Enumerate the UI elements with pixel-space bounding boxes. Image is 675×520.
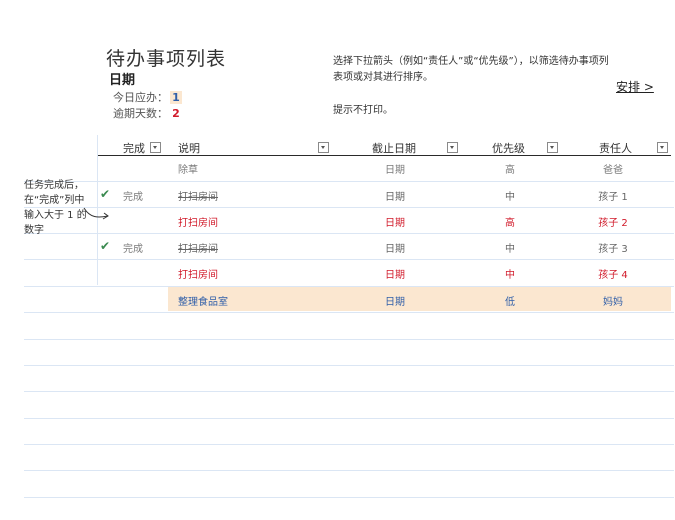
instructions-text: 选择下拉箭头（例如“责任人”或“优先级”），以筛选待办事项列表项或对其进行排序。 [333, 56, 609, 83]
priority-cell-text: 低 [505, 297, 515, 308]
row-divider [24, 259, 674, 260]
overdue-label: 逾期天数： [113, 107, 168, 120]
row-divider [24, 418, 674, 419]
due-date-cell-text: 日期 [385, 244, 405, 255]
owner-cell-text: 孩子 4 [598, 270, 628, 281]
due-date-cell-text: 日期 [385, 270, 405, 281]
done-cell[interactable]: 完成 [123, 240, 143, 255]
header-divider [98, 155, 671, 156]
column-header-done: 完成 [123, 142, 145, 155]
row-divider [24, 312, 674, 313]
due-today-label: 今日应办： [113, 91, 168, 104]
priority-cell-text: 中 [505, 270, 515, 281]
due-today-stat: 今日应办： 1 [113, 89, 182, 105]
no-print-note: 提示不打印。 [333, 105, 393, 116]
column-header-priority: 优先级 [492, 142, 525, 155]
due-today-value: 1 [170, 91, 182, 104]
description-cell[interactable]: 整理食品室 [178, 293, 228, 308]
row-divider [24, 391, 674, 392]
owner-cell-text: 孩子 2 [598, 218, 628, 229]
overdue-value: 2 [172, 107, 180, 120]
row-divider [24, 181, 674, 182]
date-label[interactable]: 日期 [109, 69, 135, 88]
curved-arrow-icon [83, 207, 109, 220]
column-header-owner: 责任人 [599, 142, 632, 155]
done-cell[interactable]: 完成 [123, 188, 143, 203]
highlighted-row-background [168, 287, 671, 311]
dropdown-arrow-icon[interactable] [447, 142, 458, 153]
description-cell[interactable]: 除草 [178, 161, 198, 176]
dropdown-arrow-icon[interactable] [657, 142, 668, 153]
priority-cell-text: 高 [505, 165, 515, 176]
description-cell[interactable]: 打扫房间 [178, 266, 218, 281]
owner-cell-text: 妈妈 [603, 297, 623, 308]
description-cell[interactable]: 打扫房间 [178, 214, 218, 229]
due-date-cell-text: 日期 [385, 297, 405, 308]
checkmark-icon: ✔ [100, 187, 111, 201]
row-divider [24, 497, 674, 498]
checkmark-icon: ✔ [100, 239, 111, 253]
due-date-cell-text: 日期 [385, 192, 405, 203]
owner-cell-text: 孩子 3 [598, 244, 628, 255]
priority-cell-text: 高 [505, 218, 515, 229]
row-divider [24, 444, 674, 445]
description-cell[interactable]: 打扫房间 [178, 240, 218, 255]
due-date-cell-text: 日期 [385, 218, 405, 229]
due-date-cell-text: 日期 [385, 165, 405, 176]
overdue-stat: 逾期天数： 2 [113, 105, 182, 121]
row-divider [24, 339, 674, 340]
priority-cell-text: 中 [505, 192, 515, 203]
row-divider [24, 233, 674, 234]
row-divider [24, 470, 674, 471]
description-cell[interactable]: 打扫房间 [178, 188, 218, 203]
dropdown-arrow-icon[interactable] [150, 142, 161, 153]
page-title: 待办事项列表 [106, 48, 227, 70]
row-divider [24, 365, 674, 366]
priority-cell-text: 中 [505, 244, 515, 255]
dropdown-arrow-icon[interactable] [547, 142, 558, 153]
owner-cell-text: 爸爸 [603, 165, 623, 176]
column-header-due-date: 截止日期 [372, 142, 416, 155]
row-divider [24, 207, 674, 208]
arrange-link[interactable]: 安排 > [616, 78, 654, 95]
dropdown-arrow-icon[interactable] [318, 142, 329, 153]
row-divider [24, 286, 674, 287]
column-header-description: 说明 [178, 142, 200, 155]
owner-cell-text: 孩子 1 [598, 192, 628, 203]
